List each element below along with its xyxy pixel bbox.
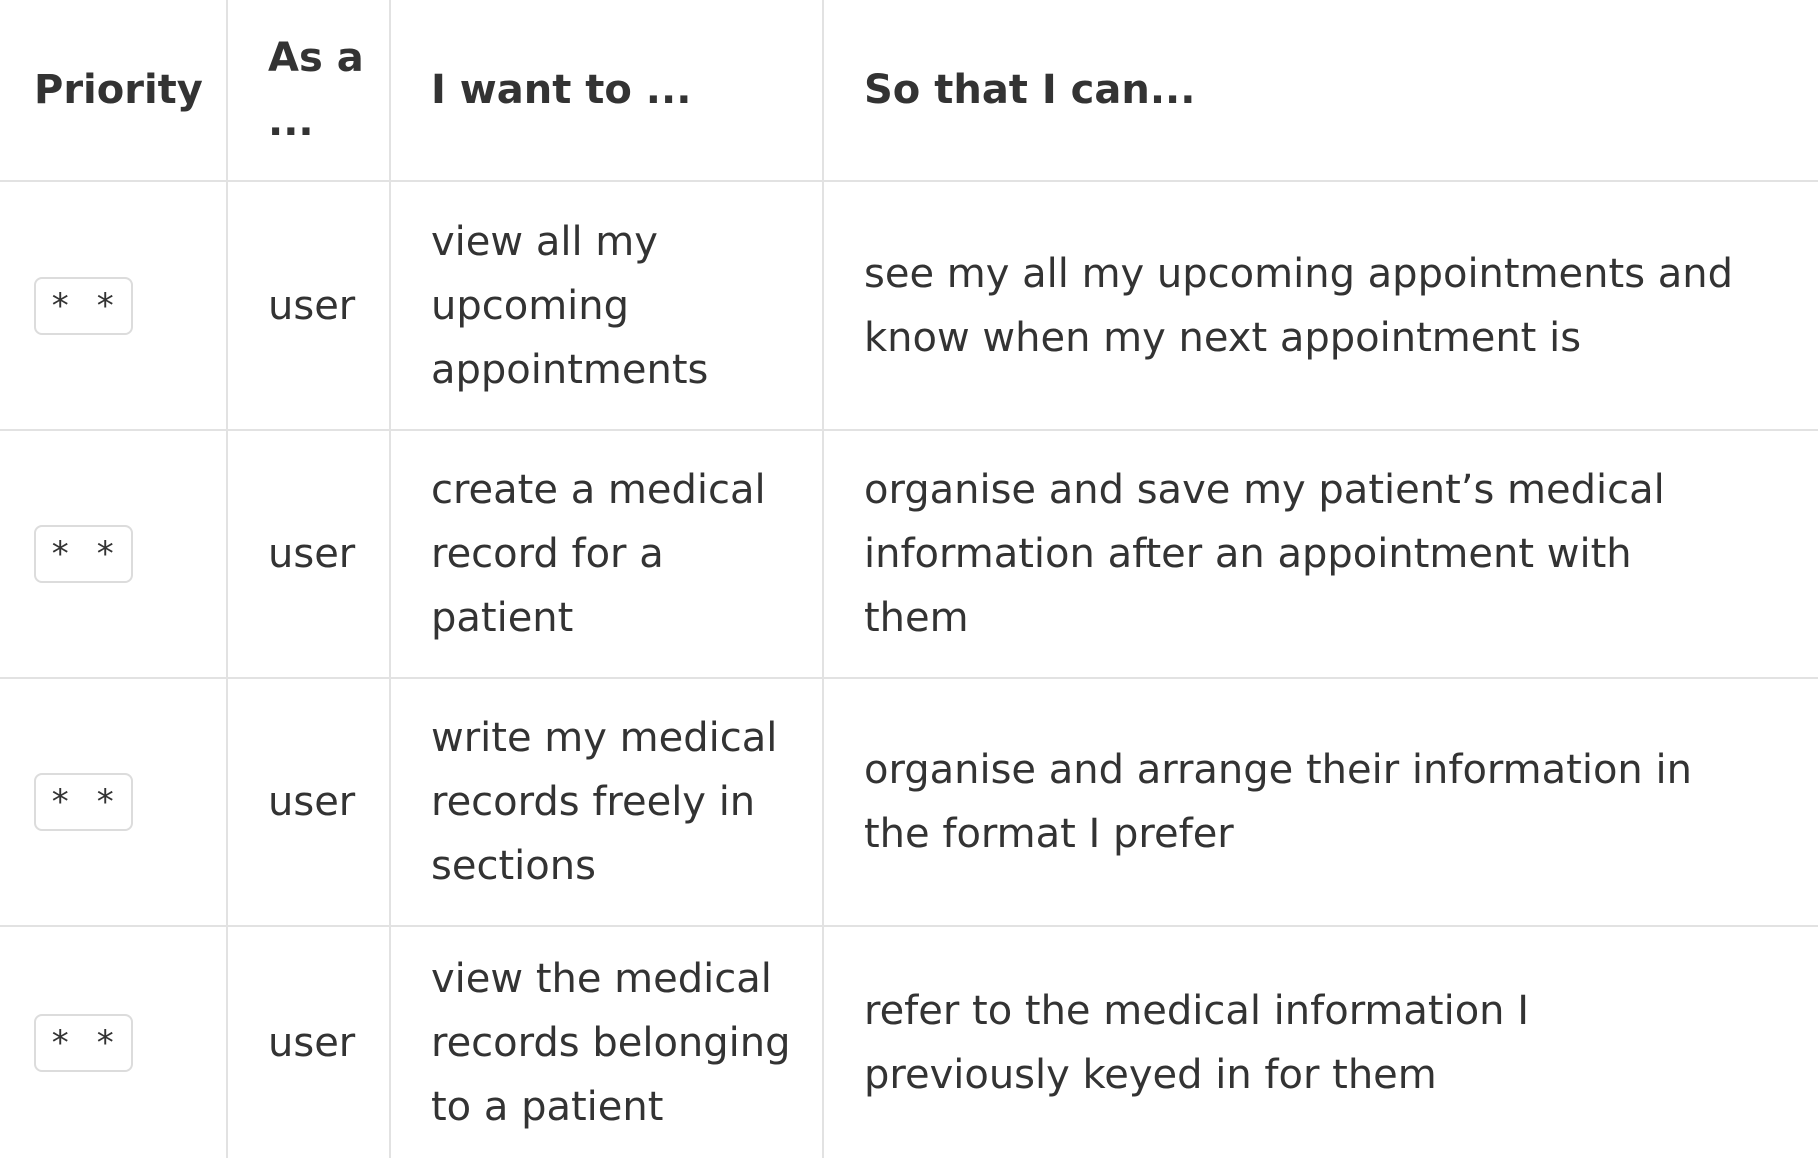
table-row-2-so-that: organise and save my patient’s medical i… [864,431,1744,677]
table-row-3-priority: * * [34,679,226,925]
role-text: user [268,531,356,577]
table-row-4-so-that: refer to the medical information I previ… [864,927,1744,1158]
want-text: view the medical records belonging to a … [431,955,791,1130]
priority-badge: * * [34,525,134,583]
table-row-4-want: view the medical records belonging to a … [431,927,801,1158]
priority-badge: * * [34,1013,134,1072]
table-row-1-role: user [268,182,378,429]
want-text: view all my upcoming appointments [431,218,709,393]
table-row-4-priority: * * [34,927,226,1158]
header-so-that: So that I can... [864,0,1764,180]
table-row-1-so-that: see my all my upcoming appointments and … [864,182,1744,429]
header-priority-label: Priority [34,67,203,113]
so-that-text: organise and arrange their information i… [864,747,1692,857]
header-i-want-to-label: I want to ... [431,67,692,113]
table-row-1-priority: * * [34,182,226,429]
table-row-3-role: user [268,679,378,925]
header-so-that-label: So that I can... [864,67,1196,113]
table-row-2-want: create a medical record for a patient [431,431,791,677]
header-i-want-to: I want to ... [431,0,811,180]
column-divider [226,0,228,1158]
column-divider [389,0,391,1158]
so-that-text: organise and save my patient’s medical i… [864,467,1665,641]
table-row-3-so-that: organise and arrange their information i… [864,679,1744,925]
header-priority: Priority [34,0,226,180]
table-row-3-want: write my medical records freely in secti… [431,679,791,925]
column-divider [822,0,824,1158]
role-text: user [268,779,356,825]
table-row-2-priority: * * [34,431,226,677]
header-as-a: As a ... [268,0,378,180]
role-text: user [268,282,356,329]
user-stories-table: Priority As a ... I want to ... So that … [0,0,1818,1158]
priority-badge: * * [34,773,134,831]
role-text: user [268,1019,356,1066]
want-text: create a medical record for a patient [431,467,766,641]
so-that-text: refer to the medical information I previ… [864,987,1530,1098]
want-text: write my medical records freely in secti… [431,715,778,889]
priority-badge: * * [34,276,134,335]
header-as-a-label: As a ... [268,35,364,145]
table-row-2-role: user [268,431,378,677]
so-that-text: see my all my upcoming appointments and … [864,250,1734,361]
table-row-4-role: user [268,927,378,1158]
table-row-1-want: view all my upcoming appointments [431,182,791,429]
